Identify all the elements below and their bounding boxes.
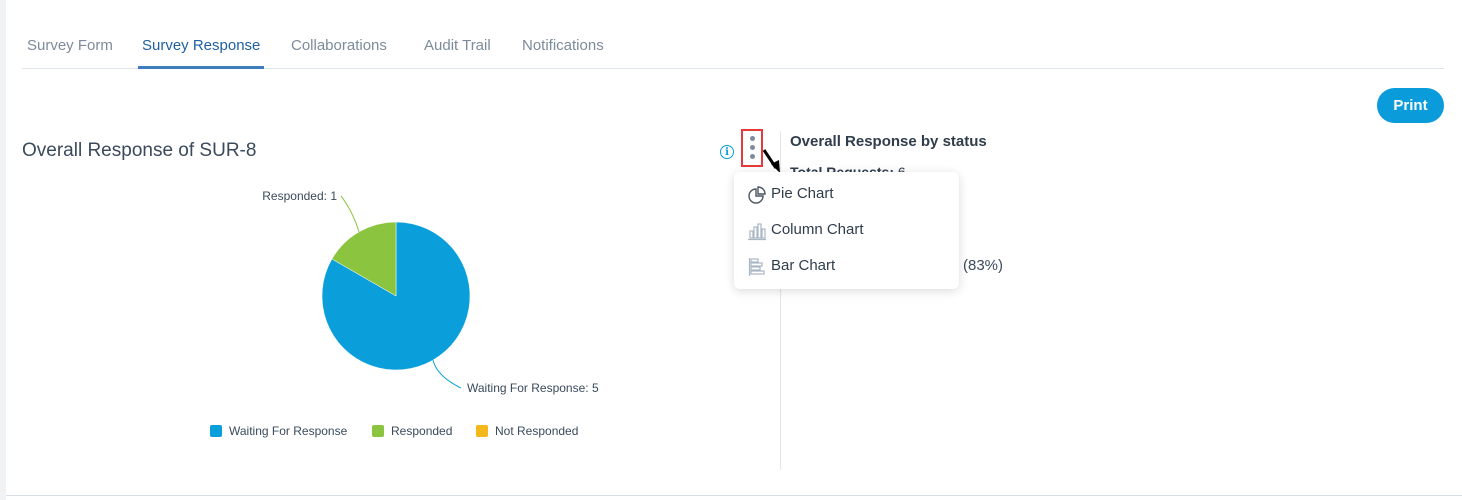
bottom-divider [6, 495, 1462, 496]
data-label-connector [340, 195, 360, 233]
legend-label: Responded [391, 424, 453, 438]
chart-options-kebab-button[interactable] [741, 129, 763, 167]
pointer-arrow-icon [762, 149, 780, 173]
bar-chart-icon [748, 258, 765, 276]
tab-survey-response[interactable]: Survey Response [142, 37, 260, 54]
tab-bar: Survey Form Survey Response Collaboratio… [22, 28, 1444, 69]
menu-item-bar-chart[interactable]: Bar Chart [747, 255, 947, 279]
legend-swatch [372, 425, 384, 437]
data-label: Waiting For Response: 5 [467, 381, 599, 395]
tab-notifications[interactable]: Notifications [522, 37, 604, 54]
chart-title: Overall Response of SUR-8 [22, 140, 257, 161]
data-label: Responded: 1 [262, 189, 337, 203]
menu-item-label: Column Chart [771, 221, 864, 238]
legend-item-not-responded[interactable]: Not Responded [476, 424, 578, 438]
tab-audit-trail[interactable]: Audit Trail [424, 37, 491, 54]
menu-item-label: Bar Chart [771, 257, 836, 274]
pie-chart-icon [748, 186, 766, 204]
legend-label: Not Responded [495, 424, 579, 438]
legend-item-responded[interactable]: Responded [372, 424, 452, 438]
chart-type-menu: Pie Chart Column Chart Bar Chart [734, 172, 959, 289]
tab-survey-form[interactable]: Survey Form [27, 37, 113, 54]
legend-item-waiting[interactable]: Waiting For Response [210, 424, 347, 438]
pie-chart: Waiting For Response: 5 Responded: 1 [262, 189, 599, 395]
tab-collaborations[interactable]: Collaborations [291, 37, 387, 54]
info-icon[interactable]: i [720, 145, 734, 159]
status-summary-title: Overall Response by status [790, 133, 987, 150]
menu-item-pie-chart[interactable]: Pie Chart [747, 183, 947, 207]
kebab-dot [750, 136, 755, 141]
active-tab-indicator [138, 66, 264, 69]
legend-swatch [476, 425, 488, 437]
data-label-connector [432, 359, 462, 389]
legend-label: Waiting For Response [229, 424, 348, 438]
menu-item-column-chart[interactable]: Column Chart [747, 219, 947, 243]
column-chart-icon [748, 223, 766, 241]
kebab-dot [750, 154, 755, 159]
waiting-percent: (83%) [963, 257, 1004, 274]
print-button[interactable]: Print [1377, 88, 1444, 123]
legend-swatch [210, 425, 222, 437]
menu-item-label: Pie Chart [771, 185, 834, 202]
kebab-dot [750, 145, 755, 150]
